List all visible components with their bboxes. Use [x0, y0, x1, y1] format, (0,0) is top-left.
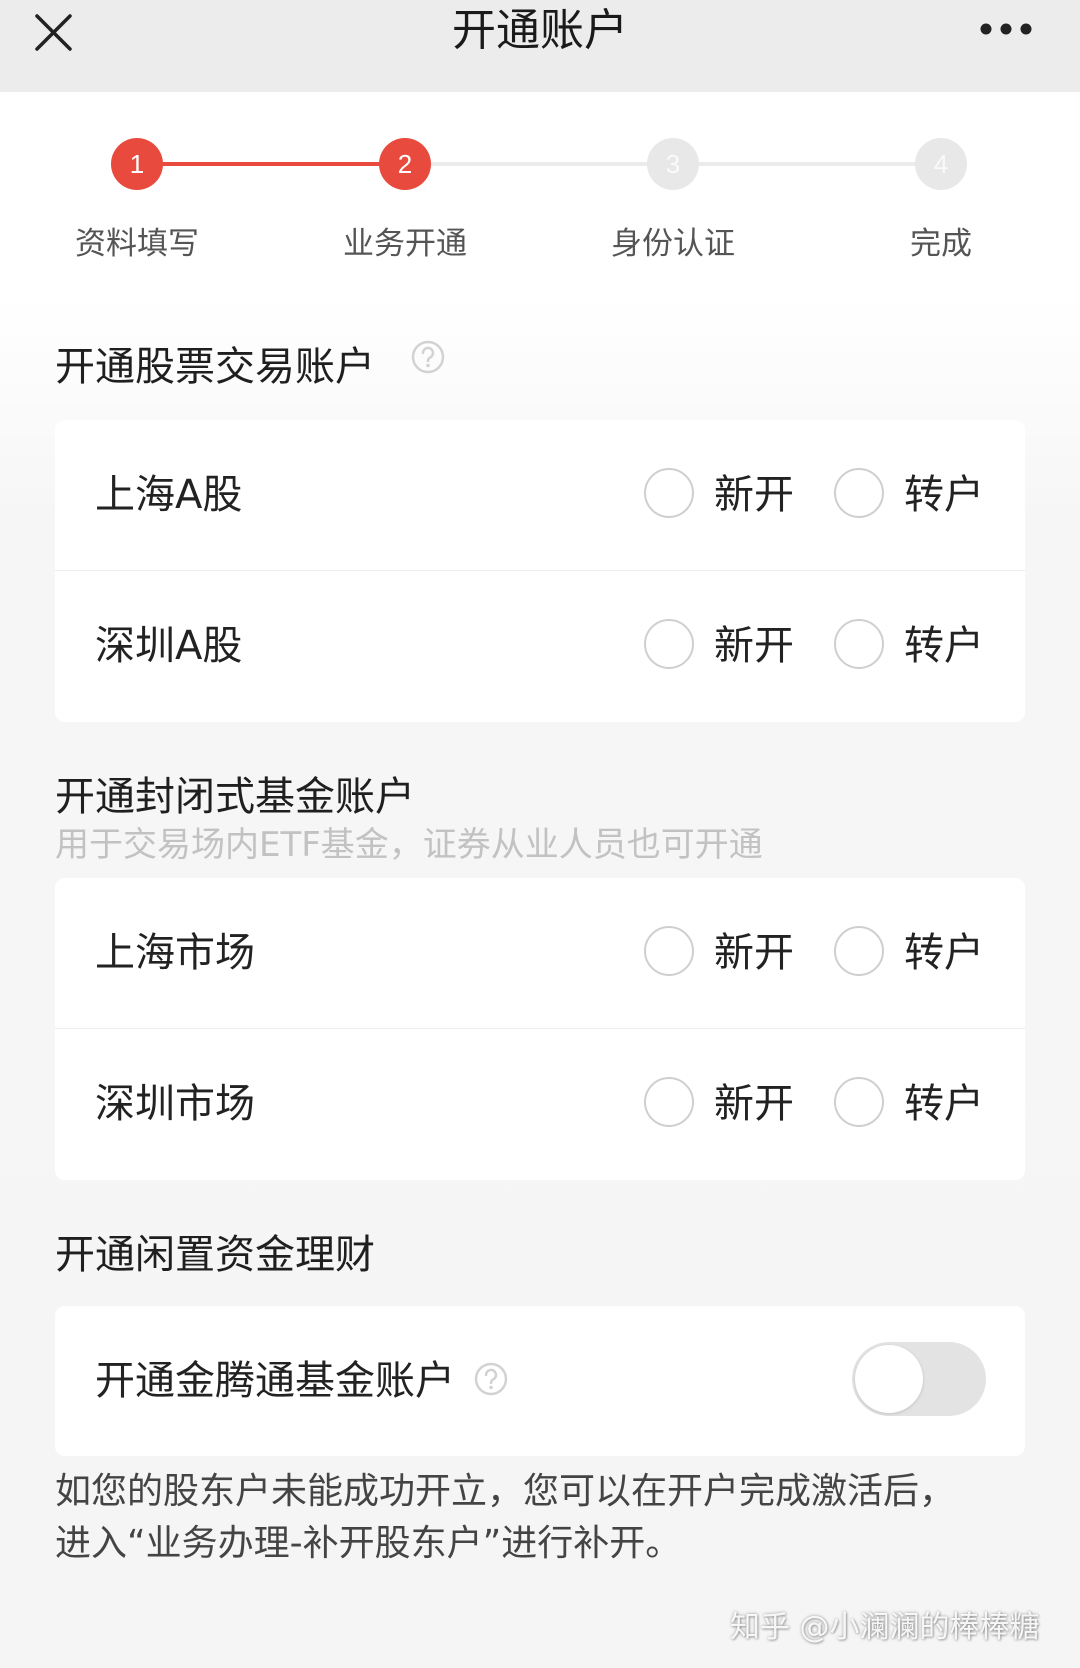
new-open-radio[interactable]: [644, 468, 694, 518]
step-3-circle: 3: [647, 138, 699, 190]
new-open-label[interactable]: 新开: [714, 878, 794, 1028]
new-open-radio[interactable]: [644, 1077, 694, 1127]
page-title: 开通账户: [452, 5, 628, 56]
step-2-label: 业务开通: [343, 226, 467, 262]
step-1-label: 资料填写: [75, 226, 199, 262]
transfer-label[interactable]: 转户: [904, 1029, 984, 1179]
transfer-radio[interactable]: [834, 926, 884, 976]
row-label: 深圳市场: [95, 1081, 255, 1127]
row-label: 上海市场: [95, 930, 255, 976]
fund-account-toggle-row: 开通金腾通基金账户: [55, 1306, 1025, 1456]
toggle-knob: [855, 1345, 923, 1413]
transfer-label[interactable]: 转户: [904, 571, 984, 721]
row-label: 深圳A股: [95, 623, 243, 669]
row-label: 开通金腾通基金账户: [95, 1358, 455, 1404]
step-3-label: 身份认证: [611, 226, 735, 262]
page-content: 1 2 3 4 资料填写 业务开通 身份认证 完成 开通股票交易账户 上海A股 …: [0, 92, 1080, 1668]
fund-section-title: 开通封闭式基金账户: [55, 774, 415, 820]
transfer-label[interactable]: 转户: [904, 878, 984, 1028]
more-icon[interactable]: [978, 20, 1048, 40]
idle-funds-card: 开通金腾通基金账户: [55, 1306, 1025, 1456]
step-2-circle: 2: [379, 138, 431, 190]
step-connector-2: [405, 162, 673, 166]
fund-row-shanghai: 上海市场 新开 转户: [55, 878, 1025, 1029]
stock-row-shenzhen: 深圳A股 新开 转户: [55, 571, 1025, 721]
transfer-radio[interactable]: [834, 468, 884, 518]
new-open-radio[interactable]: [644, 926, 694, 976]
fund-section-subtitle: 用于交易场内ETF基金，证券从业人员也可开通: [55, 825, 763, 865]
new-open-radio[interactable]: [644, 619, 694, 669]
step-connector-1: [137, 162, 405, 166]
idle-funds-section-title: 开通闲置资金理财: [55, 1232, 375, 1278]
stock-row-shanghai: 上海A股 新开 转户: [55, 420, 1025, 571]
stock-section-title: 开通股票交易账户: [55, 344, 375, 390]
fund-account-card: 上海市场 新开 转户 深圳市场 新开 转户: [55, 878, 1025, 1180]
note-line-1: 如您的股东户未能成功开立，您可以在开户完成激活后，: [55, 1471, 956, 1512]
fund-row-shenzhen: 深圳市场 新开 转户: [55, 1029, 1025, 1179]
watermark: 知乎 @小澜澜的棒棒糖: [730, 1610, 1040, 1645]
fund-account-toggle[interactable]: [852, 1342, 986, 1416]
new-open-label[interactable]: 新开: [714, 420, 794, 570]
step-4-circle: 4: [915, 138, 967, 190]
top-bar: 开通账户: [0, 0, 1080, 92]
help-icon[interactable]: [410, 339, 446, 375]
stock-account-card: 上海A股 新开 转户 深圳A股 新开 转户: [55, 420, 1025, 722]
transfer-label[interactable]: 转户: [904, 420, 984, 570]
new-open-label[interactable]: 新开: [714, 1029, 794, 1179]
help-icon[interactable]: [473, 1361, 509, 1397]
transfer-radio[interactable]: [834, 619, 884, 669]
info-note: 如您的股东户未能成功开立，您可以在开户完成激活后， 进入“业务办理-补开股东户”…: [55, 1466, 1055, 1570]
note-line-2: 进入“业务办理-补开股东户”进行补开。: [55, 1523, 682, 1564]
progress-steps: 1 2 3 4 资料填写 业务开通 身份认证 完成: [0, 92, 1080, 292]
step-4-label: 完成: [910, 226, 972, 262]
step-1-circle: 1: [111, 138, 163, 190]
transfer-radio[interactable]: [834, 1077, 884, 1127]
step-connector-3: [673, 162, 941, 166]
new-open-label[interactable]: 新开: [714, 571, 794, 721]
row-label: 上海A股: [95, 472, 243, 518]
